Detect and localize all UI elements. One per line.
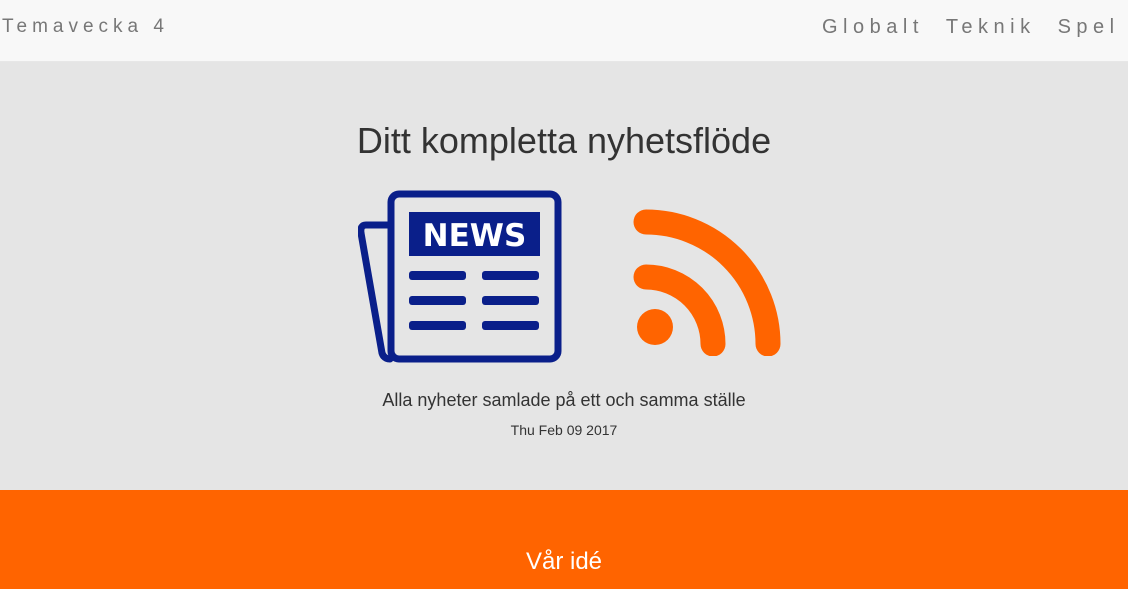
brand-link[interactable]: Temavecka 4 xyxy=(2,16,169,38)
hero-section: Ditt kompletta nyhetsflöde NEWS Alla nyh… xyxy=(0,62,1128,490)
idea-title: Vår idé xyxy=(525,548,603,575)
navbar: Temavecka 4 Globalt Teknik Spel xyxy=(0,0,1128,62)
newspaper-icon: NEWS xyxy=(358,190,562,363)
idea-section: Vår idé xyxy=(0,490,1128,589)
nav-links: Globalt Teknik Spel xyxy=(822,16,1120,38)
hero-subtitle: Alla nyheter samlade på ett och samma st… xyxy=(382,390,746,410)
news-icon-label: NEWS xyxy=(423,218,527,254)
nav-link-teknik[interactable]: Teknik xyxy=(946,16,1036,38)
hero-date: Thu Feb 09 2017 xyxy=(510,422,618,438)
rss-icon xyxy=(633,209,781,356)
nav-link-globalt[interactable]: Globalt xyxy=(822,16,924,38)
hero-title: Ditt kompletta nyhetsflöde xyxy=(356,120,772,161)
nav-link-spel[interactable]: Spel xyxy=(1058,16,1120,38)
